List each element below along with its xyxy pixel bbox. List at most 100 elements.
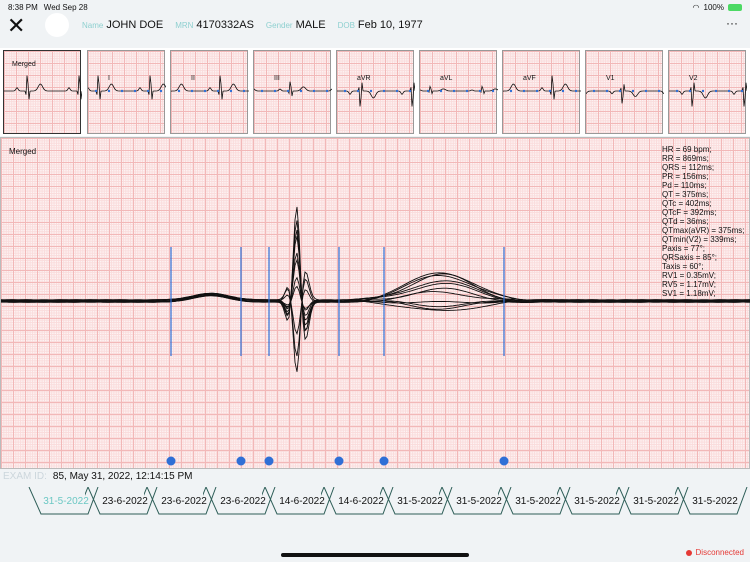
close-button[interactable]: ✕ bbox=[7, 15, 25, 37]
wifi-icon: ◠ bbox=[692, 3, 700, 12]
exam-tab[interactable]: 31-5-2022 bbox=[675, 487, 750, 515]
lead-thumb-v1[interactable]: V1 bbox=[585, 50, 664, 134]
lead-waveform bbox=[669, 82, 747, 107]
marker-dot bbox=[190, 89, 194, 93]
measurement-item: QTcF = 392ms; bbox=[662, 208, 717, 217]
lead-thumb-i[interactable]: I bbox=[87, 50, 166, 134]
measurement-item: QTmin(V2) = 339ms; bbox=[662, 235, 737, 244]
marker-handle-icon[interactable] bbox=[166, 456, 176, 466]
battery-percent: 100% bbox=[703, 3, 724, 12]
merged-waveform bbox=[1, 229, 750, 331]
lead-trace bbox=[669, 82, 747, 107]
merged-waveform bbox=[1, 220, 750, 332]
patient-name: JOHN DOE bbox=[106, 19, 164, 31]
lead-trace bbox=[254, 81, 332, 97]
lead-thumb-ii[interactable]: II bbox=[170, 50, 249, 134]
lead-label: aVR bbox=[357, 75, 371, 82]
lead-waveform bbox=[586, 84, 664, 104]
marker-dot bbox=[426, 89, 430, 93]
marker-dot bbox=[727, 89, 731, 93]
name-label: Name bbox=[82, 21, 104, 30]
exam-id-value: 85, May 31, 2022, 12:14:15 PM bbox=[52, 471, 193, 482]
merged-waveform bbox=[1, 206, 750, 341]
lead-trace bbox=[171, 75, 249, 100]
lead-thumb-avf[interactable]: aVF bbox=[502, 50, 581, 134]
lead-label: aVF bbox=[523, 75, 536, 82]
dob-label: DOB bbox=[337, 21, 355, 30]
marker-dot bbox=[286, 89, 290, 93]
marker-handle-icon[interactable] bbox=[236, 456, 246, 466]
marker-dot bbox=[509, 89, 513, 93]
marker-dot bbox=[369, 89, 373, 93]
exam-tab-label: 31-5-2022 bbox=[692, 495, 738, 507]
status-icons: ◠ 100% bbox=[693, 3, 742, 12]
exam-tab-label: 31-5-2022 bbox=[574, 495, 620, 507]
lead-thumb-merged[interactable]: Merged bbox=[3, 50, 82, 134]
measurement-item: SV1 = 1.18mV; bbox=[662, 289, 716, 298]
marker-dot bbox=[701, 89, 705, 93]
marker-handle-icon[interactable] bbox=[334, 456, 344, 466]
lead-label: I bbox=[108, 75, 110, 82]
lead-waveform bbox=[420, 84, 498, 95]
lead-thumb-avr[interactable]: aVR bbox=[336, 50, 415, 134]
connection-status: Disconnected bbox=[685, 548, 744, 557]
merged-ecg-panel: Merged HR = 69 bpm; RR = 869ms; QRS = 112m… bbox=[0, 137, 750, 469]
marker-dot bbox=[107, 89, 111, 93]
merged-waveform bbox=[1, 278, 750, 357]
exam-id-label: EXAM ID: bbox=[3, 471, 47, 482]
status-bar: 8:38 PM Wed Sep 28 bbox=[8, 3, 88, 12]
patient-gender: MALE bbox=[295, 19, 326, 31]
exam-tab-label: 23-6-2022 bbox=[220, 495, 266, 507]
lead-thumb-iii[interactable]: III bbox=[253, 50, 332, 134]
exam-info: EXAM ID: 85, May 31, 2022, 12:14:15 PM bbox=[3, 471, 192, 482]
marker-dot bbox=[382, 89, 386, 93]
measurement-item: Paxis = 77°; bbox=[662, 244, 705, 253]
marker-handle-icon[interactable] bbox=[264, 456, 274, 466]
marker-dot bbox=[522, 89, 526, 93]
marker-handle-icon[interactable] bbox=[499, 456, 509, 466]
lead-label: V1 bbox=[606, 75, 615, 82]
marker-dot bbox=[94, 89, 98, 93]
marker-dot bbox=[177, 89, 181, 93]
lead-thumb-v2[interactable]: V2 bbox=[668, 50, 747, 134]
marker-dot bbox=[299, 89, 303, 93]
merged-waveform bbox=[1, 252, 750, 321]
measurement-item: RV1 = 0.35mV; bbox=[662, 271, 717, 280]
lead-waveform bbox=[4, 75, 82, 100]
avatar bbox=[45, 13, 69, 37]
marker-dot bbox=[356, 89, 360, 93]
patient-mrn: 4170332AS bbox=[196, 19, 254, 31]
lead-label: III bbox=[274, 75, 280, 82]
more-options-button[interactable]: ··· bbox=[726, 16, 738, 30]
marker-dot bbox=[592, 89, 596, 93]
marker-dot bbox=[216, 89, 220, 93]
lead-waveform bbox=[254, 81, 332, 97]
exam-tab-label: 31-5-2022 bbox=[456, 495, 502, 507]
marker-dot bbox=[325, 89, 329, 93]
marker-dot bbox=[159, 89, 163, 93]
exam-tab-label: 23-6-2022 bbox=[102, 495, 148, 507]
marker-dot bbox=[605, 89, 609, 93]
exam-tab-label: 14-6-2022 bbox=[338, 495, 384, 507]
marker-handle-icon[interactable] bbox=[379, 456, 389, 466]
marker-dot bbox=[491, 89, 495, 93]
status-date: Wed Sep 28 bbox=[43, 3, 88, 12]
marker-dot bbox=[657, 89, 661, 93]
patient-dob: Feb 10, 1977 bbox=[357, 19, 423, 31]
marker-dot bbox=[631, 89, 635, 93]
merged-waveform bbox=[1, 271, 750, 372]
marker-dot bbox=[452, 89, 456, 93]
lead-thumb-avl[interactable]: aVL bbox=[419, 50, 498, 134]
status-time: 8:38 PM bbox=[8, 3, 38, 12]
lead-trace bbox=[503, 75, 581, 100]
gender-label: Gender bbox=[265, 21, 293, 30]
exam-tab-label: 23-6-2022 bbox=[161, 495, 207, 507]
measurement-item: RV5 = 1.17mV; bbox=[662, 280, 717, 289]
lead-trace bbox=[337, 82, 415, 107]
marker-dot bbox=[408, 89, 412, 93]
merged-waveform bbox=[1, 287, 750, 336]
marker-dot bbox=[133, 89, 137, 93]
marker-dot bbox=[229, 89, 233, 93]
marker-dot bbox=[260, 89, 264, 93]
exam-tab-label: 31-5-2022 bbox=[633, 495, 679, 507]
